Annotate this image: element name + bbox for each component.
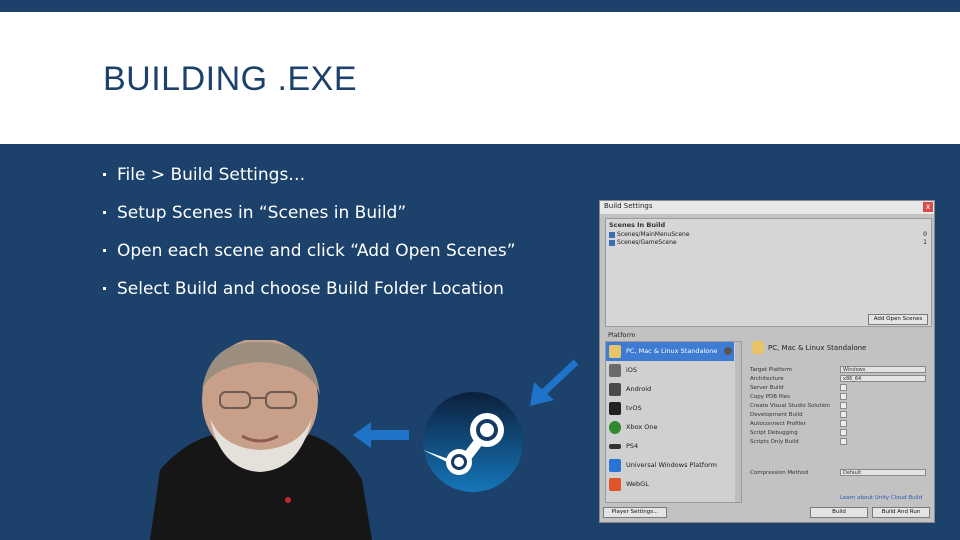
platform-item-uwp[interactable]: Universal Windows Platform — [606, 456, 734, 475]
option-label: Architecture — [750, 376, 784, 382]
option-label: Scripts Only Build — [750, 439, 799, 445]
option-label: Development Build — [750, 412, 803, 418]
player-settings-button[interactable]: Player Settings... — [603, 507, 667, 518]
platform-label: Android — [626, 385, 652, 393]
bullet-item: Select Build and choose Build Folder Loc… — [103, 276, 516, 314]
scenes-in-build-panel: Scenes In Build Scenes/MainMenuScene 0 S… — [605, 218, 932, 327]
option-label: Copy PDB files — [750, 394, 791, 400]
platform-label: WebGL — [626, 480, 649, 488]
platform-item-android[interactable]: Android — [606, 380, 734, 399]
bullet-list: File > Build Settings… Setup Scenes in “… — [103, 162, 516, 314]
platform-label: Xbox One — [626, 423, 658, 431]
copy-pdb-option: Copy PDB files — [750, 393, 930, 401]
option-label: Autoconnect Profiler — [750, 421, 806, 427]
cloud-build-link[interactable]: Learn about Unity Cloud Build — [840, 495, 922, 501]
top-strip — [0, 0, 960, 12]
person-photo — [150, 340, 372, 540]
windows-icon — [609, 459, 621, 472]
target-platform-option: Target Platform Windows — [750, 366, 930, 374]
scene-row[interactable]: Scenes/MainMenuScene 0 — [609, 231, 927, 239]
development-build-checkbox[interactable] — [840, 411, 847, 418]
platform-list-scrollbar[interactable] — [735, 342, 741, 502]
slide-title: BUILDING .EXE — [103, 60, 358, 98]
scene-name: Scenes/MainMenuScene — [617, 231, 690, 238]
scene-name: Scenes/GameScene — [617, 239, 677, 246]
scripts-only-build-checkbox[interactable] — [840, 438, 847, 445]
platform-label: tvOS — [626, 404, 642, 412]
bullet-item: Setup Scenes in “Scenes in Build” — [103, 200, 516, 238]
scene-index: 1 — [923, 239, 927, 246]
option-label: Compression Method — [750, 470, 809, 476]
playstation-icon — [609, 444, 621, 449]
unity-active-icon — [724, 347, 732, 355]
script-debugging-option: Script Debugging — [750, 429, 930, 437]
linux-icon — [609, 345, 621, 358]
autoconnect-profiler-option: Autoconnect Profiler — [750, 420, 930, 428]
platform-label: iOS — [626, 366, 638, 374]
platform-label: PC, Mac & Linux Standalone — [626, 347, 718, 355]
build-button[interactable]: Build — [810, 507, 868, 518]
platform-label: PS4 — [626, 442, 639, 450]
server-build-option: Server Build — [750, 384, 930, 392]
bullet-item: File > Build Settings… — [103, 162, 516, 200]
option-label: Target Platform — [750, 367, 792, 373]
platform-item-webgl[interactable]: WebGL — [606, 475, 734, 494]
script-debugging-checkbox[interactable] — [840, 429, 847, 436]
platform-label: Universal Windows Platform — [626, 461, 717, 469]
option-label: Create Visual Studio Solution — [750, 403, 830, 409]
checkbox-icon[interactable] — [609, 239, 615, 246]
close-icon[interactable]: x — [923, 202, 933, 212]
target-platform-select[interactable]: Windows — [840, 366, 926, 373]
android-icon — [609, 383, 621, 396]
linux-icon — [752, 341, 764, 354]
html5-icon — [609, 478, 621, 491]
platform-item-standalone[interactable]: PC, Mac & Linux Standalone — [606, 342, 734, 361]
scripts-only-build-option: Scripts Only Build — [750, 438, 930, 446]
arrow-down-left-icon — [530, 359, 579, 406]
scene-index: 0 — [923, 231, 927, 238]
build-and-run-button[interactable]: Build And Run — [872, 507, 930, 518]
window-titlebar: Build Settings x — [600, 201, 934, 214]
option-label: Server Build — [750, 385, 784, 391]
vs-solution-option: Create Visual Studio Solution — [750, 402, 930, 410]
apple-tv-icon — [609, 402, 621, 415]
steam-logo-icon — [423, 392, 523, 492]
copy-pdb-checkbox[interactable] — [840, 393, 847, 400]
selected-platform-title: PC, Mac & Linux Standalone — [768, 344, 867, 352]
platform-item-ios[interactable]: iOS — [606, 361, 734, 380]
add-open-scenes-button[interactable]: Add Open Scenes — [868, 314, 928, 325]
compression-option: Compression Method Default — [750, 469, 930, 477]
bullet-item: Open each scene and click “Add Open Scen… — [103, 238, 516, 276]
xbox-icon — [609, 421, 621, 434]
window-title: Build Settings — [604, 202, 653, 210]
scene-row[interactable]: Scenes/GameScene 1 — [609, 239, 927, 247]
architecture-option: Architecture x86_64 — [750, 375, 930, 383]
checkbox-icon[interactable] — [609, 231, 615, 238]
platform-item-tvos[interactable]: tvOS — [606, 399, 734, 418]
option-label: Script Debugging — [750, 430, 798, 436]
platform-header: Platform — [608, 331, 636, 339]
development-build-option: Development Build — [750, 411, 930, 419]
vs-solution-checkbox[interactable] — [840, 402, 847, 409]
autoconnect-profiler-checkbox[interactable] — [840, 420, 847, 427]
compression-select[interactable]: Default — [840, 469, 926, 476]
server-build-checkbox[interactable] — [840, 384, 847, 391]
scenes-header: Scenes In Build — [609, 221, 666, 229]
architecture-select[interactable]: x86_64 — [840, 375, 926, 382]
platform-list: PC, Mac & Linux Standalone iOS Android t… — [605, 341, 742, 503]
build-settings-window: Build Settings x Scenes In Build Scenes/… — [599, 200, 935, 523]
ios-device-icon — [609, 364, 621, 377]
platform-item-ps4[interactable]: PS4 — [606, 437, 734, 456]
platform-item-xbox[interactable]: Xbox One — [606, 418, 734, 437]
